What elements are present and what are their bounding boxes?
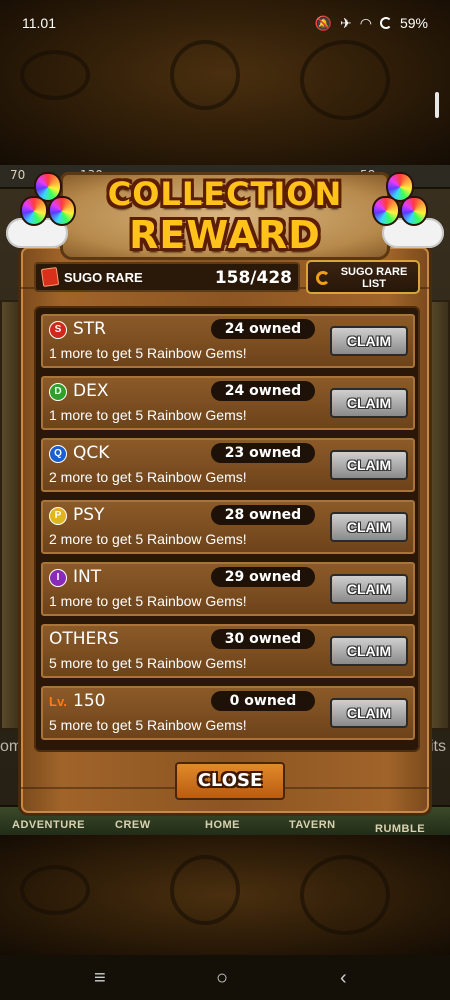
category-name: DEX [73, 381, 109, 401]
sugo-rare-list-button[interactable]: SUGO RARE LIST [306, 260, 420, 294]
psy-icon: P [49, 507, 67, 525]
gem-piece [400, 196, 428, 226]
battery-ring-icon [379, 17, 392, 29]
nav-tab-rumble[interactable]: RUMBLE [375, 823, 425, 835]
sugo-rare-label: SUGO RARE [64, 270, 143, 285]
home-icon[interactable]: ○ [216, 967, 228, 990]
owned-count: 24 owned [211, 319, 315, 339]
category-name: QCK [73, 443, 110, 463]
recent-apps-icon[interactable]: ≡ [94, 967, 106, 990]
airplane-icon: ✈ [340, 14, 352, 31]
reward-row-int: I INT 29 owned 1 more to get 5 Rainbow G… [41, 562, 415, 616]
category-name: STR [73, 319, 106, 339]
close-button[interactable]: CLOSE [175, 762, 285, 800]
gem-piece [372, 196, 400, 226]
owned-count: 28 owned [211, 505, 315, 525]
category-name: PSY [73, 505, 105, 525]
reward-row-psy: P PSY 28 owned 2 more to get 5 Rainbow G… [41, 500, 415, 554]
title-line-1: COLLECTION [107, 175, 343, 213]
title-line-2: REWARD [129, 213, 321, 257]
progress-text: 5 more to get 5 Rainbow Gems! [49, 655, 247, 671]
sugo-rare-counter: SUGO RARE 158/428 [34, 262, 300, 292]
nav-tab-home[interactable]: HOME [205, 819, 240, 831]
status-time: 11.01 [22, 15, 56, 31]
scroll-handle[interactable] [435, 92, 439, 118]
dex-icon: D [49, 383, 67, 401]
claim-button-psy[interactable]: CLAIM [330, 512, 408, 542]
title-banner: COLLECTION REWARD [60, 172, 390, 260]
progress-text: 1 more to get 5 Rainbow Gems! [49, 593, 247, 609]
back-icon[interactable]: ‹ [340, 967, 347, 990]
reward-row-qck: Q QCK 23 owned 2 more to get 5 Rainbow G… [41, 438, 415, 492]
owned-count: 24 owned [211, 381, 315, 401]
sugo-card-icon [40, 266, 60, 288]
claim-button-others[interactable]: CLAIM [330, 636, 408, 666]
level-value: 150 [73, 691, 106, 711]
claim-button-qck[interactable]: CLAIM [330, 450, 408, 480]
nav-tab-adventure[interactable]: ADVENTURE [12, 819, 85, 831]
sugo-list-label-1: SUGO RARE [340, 266, 408, 278]
doodle-skull-shape [300, 40, 390, 120]
progress-text: 2 more to get 5 Rainbow Gems! [49, 531, 247, 547]
refresh-icon [316, 271, 330, 285]
gem-piece [48, 196, 76, 226]
progress-text: 1 more to get 5 Rainbow Gems! [49, 407, 247, 423]
reward-list: S STR 24 owned 1 more to get 5 Rainbow G… [34, 306, 420, 752]
claim-button-int[interactable]: CLAIM [330, 574, 408, 604]
progress-text: 5 more to get 5 Rainbow Gems! [49, 717, 247, 733]
level-prefix: Lv. [49, 694, 67, 709]
claim-button-dex[interactable]: CLAIM [330, 388, 408, 418]
int-icon: I [49, 569, 67, 587]
gem-piece [20, 196, 48, 226]
nav-tab-crew[interactable]: CREW [115, 819, 151, 831]
category-name: OTHERS [49, 629, 119, 649]
battery-percent: 59% [399, 15, 428, 31]
status-bar: 11.01 🔕 ✈ ◠ 59% [0, 0, 450, 46]
str-icon: S [49, 321, 67, 339]
owned-count: 30 owned [211, 629, 315, 649]
sugo-rare-count: 158/428 [214, 268, 292, 288]
system-nav-bar: ≡ ○ ‹ [0, 955, 450, 1000]
reward-row-dex: D DEX 24 owned 1 more to get 5 Rainbow G… [41, 376, 415, 430]
side-clip-right: its [430, 738, 446, 755]
rainbow-gem-icon [370, 172, 430, 230]
qck-icon: Q [49, 445, 67, 463]
progress-text: 1 more to get 5 Rainbow Gems! [49, 345, 247, 361]
category-name: INT [73, 567, 102, 587]
background-bottom [0, 835, 450, 955]
reward-row-level: Lv. 150 0 owned 5 more to get 5 Rainbow … [41, 686, 415, 740]
reward-row-others: OTHERS 30 owned 5 more to get 5 Rainbow … [41, 624, 415, 678]
owned-count: 29 owned [211, 567, 315, 587]
doodle-shape [170, 855, 240, 925]
status-icons: 🔕 ✈ ◠ 59% [315, 15, 428, 32]
doodle-shape [170, 40, 240, 110]
owned-count: 23 owned [211, 443, 315, 463]
sugo-list-label-2: LIST [362, 278, 386, 290]
progress-text: 2 more to get 5 Rainbow Gems! [49, 469, 247, 485]
wifi-icon: ◠ [359, 14, 372, 31]
claim-button-level[interactable]: CLAIM [330, 698, 408, 728]
doodle-shape [20, 50, 90, 100]
rainbow-gem-icon [18, 172, 78, 230]
claim-button-str[interactable]: CLAIM [330, 326, 408, 356]
doodle-skull-shape [300, 855, 390, 935]
owned-count: 0 owned [211, 691, 315, 711]
mute-icon: 🔕 [314, 14, 333, 31]
doodle-shape [20, 865, 90, 915]
nav-tab-tavern[interactable]: TAVERN [289, 819, 336, 831]
reward-row-str: S STR 24 owned 1 more to get 5 Rainbow G… [41, 314, 415, 368]
